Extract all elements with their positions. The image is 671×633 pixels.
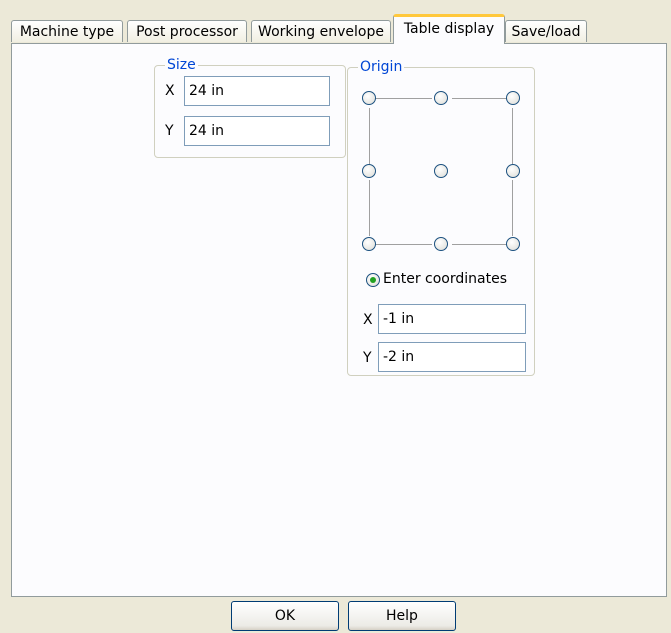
origin-x-input[interactable]: -1 in — [378, 304, 526, 334]
enter-coordinates-radio[interactable] — [366, 273, 380, 287]
origin-top-right-radio[interactable] — [506, 91, 520, 105]
size-group-title: Size — [165, 56, 198, 74]
tab-page-table-display: Size X 24 in Y 24 in Origin Enter coordi… — [11, 43, 667, 597]
origin-middle-left-radio[interactable] — [362, 164, 376, 178]
origin-middle-right-radio[interactable] — [506, 164, 520, 178]
origin-bottom-left-connector — [370, 244, 432, 245]
origin-group-title: Origin — [358, 58, 405, 76]
tab-save-load[interactable]: Save/load — [505, 20, 587, 42]
origin-bottom-right-radio[interactable] — [506, 237, 520, 251]
size-x-label: X — [165, 83, 175, 99]
tab-post-processor[interactable]: Post processor — [127, 20, 247, 42]
tab-working-envelope[interactable]: Working envelope — [251, 20, 391, 42]
help-button[interactable]: Help — [348, 601, 456, 631]
origin-top-left-connector — [370, 98, 432, 99]
size-x-input[interactable]: 24 in — [184, 76, 330, 106]
size-y-label: Y — [165, 123, 174, 139]
size-y-input[interactable]: 24 in — [184, 116, 330, 146]
tab-machine-type[interactable]: Machine type — [11, 20, 123, 42]
origin-bottom-center-radio[interactable] — [434, 237, 448, 251]
origin-top-right-connector — [452, 98, 508, 99]
enter-coordinates-label[interactable]: Enter coordinates — [383, 271, 507, 287]
origin-center-radio[interactable] — [434, 164, 448, 178]
origin-right-upper-connector — [512, 108, 513, 164]
origin-top-left-radio[interactable] — [362, 91, 376, 105]
tab-strip: Machine type Post processor Working enve… — [11, 14, 667, 44]
origin-right-lower-connector — [512, 180, 513, 236]
origin-bottom-left-radio[interactable] — [362, 237, 376, 251]
origin-left-upper-connector — [369, 108, 370, 164]
origin-group: Origin Enter coordinates X -1 in Y -2 in — [347, 58, 535, 376]
size-group: Size X 24 in Y 24 in — [154, 56, 346, 158]
tab-table-display[interactable]: Table display — [393, 14, 505, 44]
origin-top-center-radio[interactable] — [434, 91, 448, 105]
origin-x-label: X — [363, 312, 373, 328]
origin-y-label: Y — [363, 350, 372, 366]
origin-y-input[interactable]: -2 in — [378, 342, 526, 372]
ok-button[interactable]: OK — [231, 601, 339, 631]
origin-left-lower-connector — [369, 180, 370, 236]
origin-bottom-right-connector — [452, 244, 508, 245]
